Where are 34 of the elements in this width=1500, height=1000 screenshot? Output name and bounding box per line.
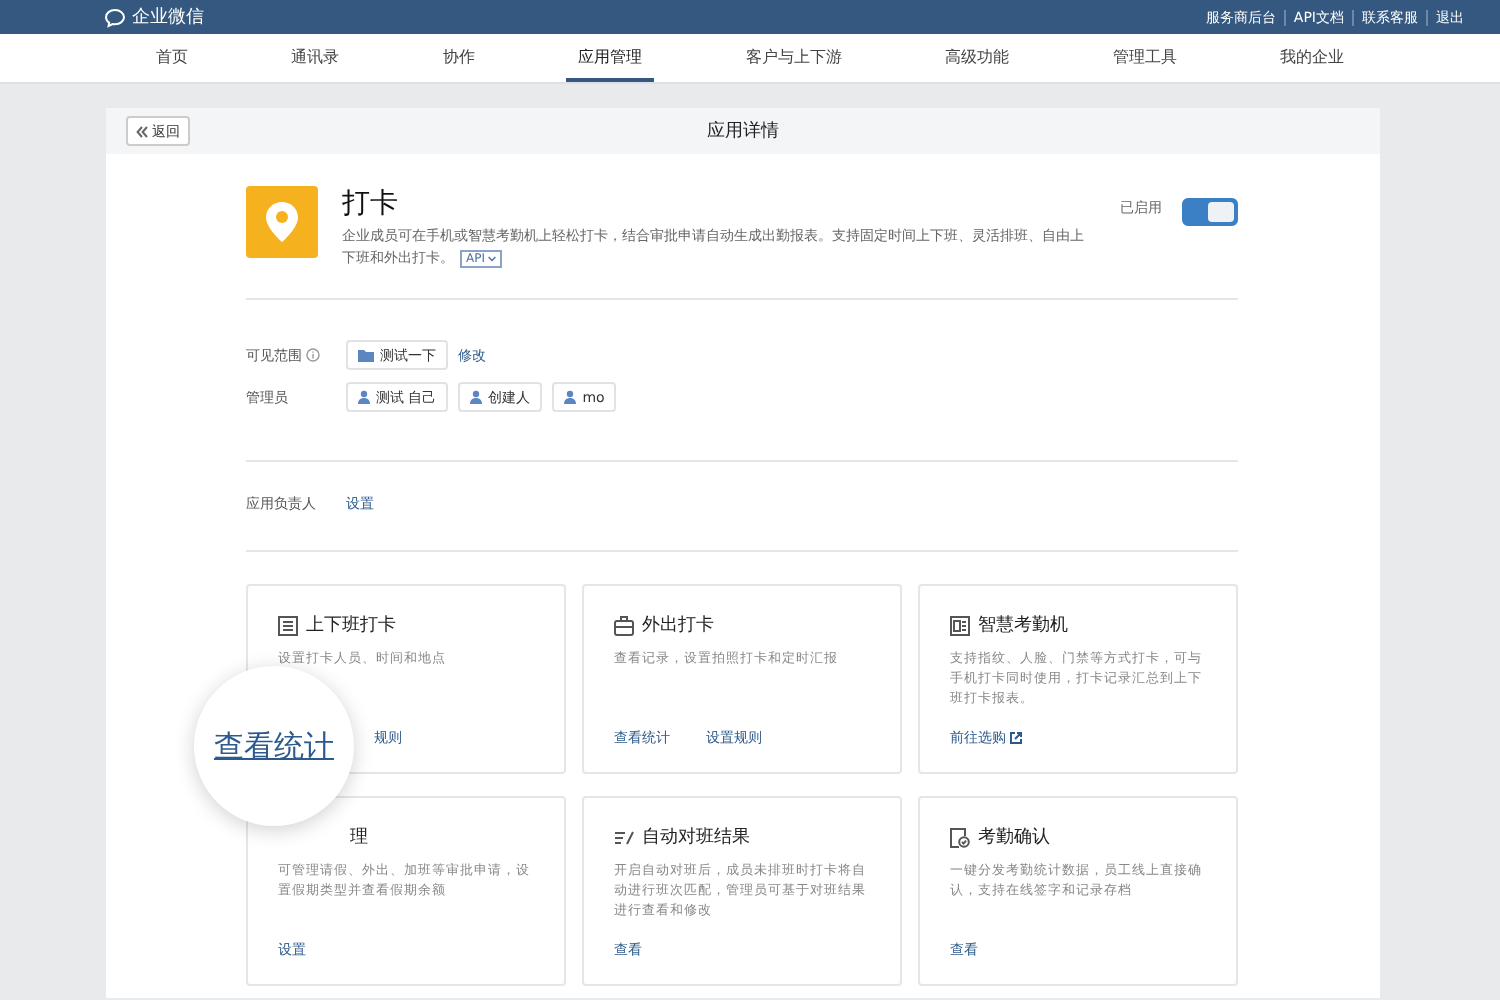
magnified-link[interactable]: 查看统计 — [214, 727, 334, 765]
location-pin-icon — [266, 202, 298, 242]
person-icon — [358, 390, 370, 404]
chevron-down-icon — [488, 256, 497, 262]
list-icon — [278, 615, 298, 635]
nav-tab[interactable]: 协作 — [430, 34, 487, 82]
external-link-icon — [1010, 732, 1022, 744]
card-title: 考勤确认 — [978, 825, 1050, 850]
card-title: 上下班打卡 — [306, 613, 396, 638]
lines-icon — [614, 827, 634, 847]
person-icon — [470, 390, 483, 404]
nav-tab[interactable]: 管理工具 — [1100, 34, 1189, 82]
nav-tab[interactable]: 首页 — [143, 34, 200, 82]
nav-tab[interactable]: 我的企业 — [1268, 34, 1357, 82]
nav-tab[interactable]: 高级功能 — [933, 34, 1022, 82]
double-chevron-left-icon — [136, 125, 148, 137]
nav-tab[interactable]: 通讯录 — [279, 34, 352, 82]
enable-toggle[interactable] — [1182, 198, 1238, 226]
nav-tab[interactable]: 应用管理 — [566, 34, 655, 82]
briefcase-icon — [614, 615, 634, 635]
card-title: 智慧考勤机 — [978, 613, 1068, 638]
logo-text: 企业微信 — [132, 5, 204, 30]
folder-icon — [358, 349, 374, 361]
info-icon — [306, 348, 320, 362]
card-title: 自动对班结果 — [642, 825, 750, 850]
app-name: 打卡 — [342, 186, 400, 222]
nav-tab[interactable]: 客户与上下游 — [733, 34, 854, 82]
card-title: 理 — [350, 825, 368, 850]
chat-bubble-icon — [104, 7, 126, 27]
person-icon — [564, 390, 577, 404]
panel-title: 应用详情 — [707, 119, 779, 144]
device-icon — [950, 615, 970, 635]
card-title: 外出打卡 — [642, 613, 714, 638]
document-check-icon — [950, 827, 970, 847]
